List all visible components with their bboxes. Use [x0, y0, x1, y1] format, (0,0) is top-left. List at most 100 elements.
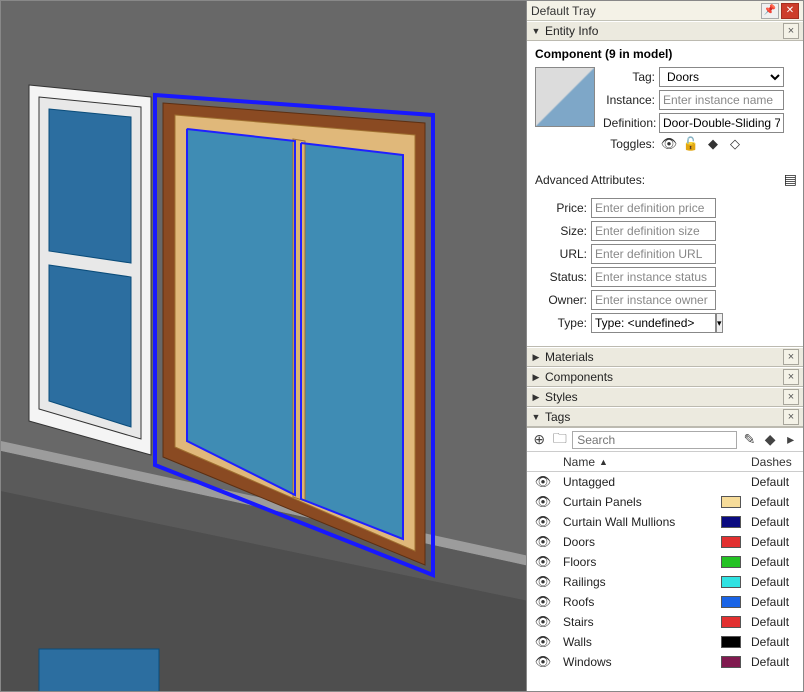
- tag-name: Windows: [559, 655, 721, 669]
- instance-input[interactable]: [659, 90, 784, 110]
- tag-row[interactable]: 👁Curtain Wall MullionsDefault: [527, 512, 803, 532]
- tag-row[interactable]: 👁Railings Default: [527, 572, 803, 592]
- visibility-toggle-icon[interactable]: 👁: [527, 654, 559, 670]
- default-tray: Default Tray 📌 ✕ ▼ Entity Info × Compone…: [527, 1, 803, 691]
- tray-titlebar: Default Tray 📌 ✕: [527, 1, 803, 21]
- chevron-down-icon: ▼: [531, 26, 541, 36]
- tag-row[interactable]: 👁DoorsDefault: [527, 532, 803, 552]
- visibility-toggle-icon[interactable]: 👁: [527, 614, 559, 630]
- tag-color-swatch[interactable]: [721, 616, 741, 628]
- visibility-toggle-icon[interactable]: 👁: [527, 474, 559, 490]
- tag-dash-value: Default: [751, 475, 803, 489]
- tag-color-swatch[interactable]: [721, 496, 741, 508]
- tag-dash-value: Default: [751, 495, 803, 509]
- tag-color-swatch[interactable]: [721, 636, 741, 648]
- tag-color-swatch[interactable]: [721, 536, 741, 548]
- label-status: Status:: [535, 270, 591, 284]
- definition-input[interactable]: [659, 113, 784, 133]
- visibility-toggle-icon[interactable]: 👁: [527, 634, 559, 650]
- visibility-toggle-icon[interactable]: 👁: [527, 514, 559, 530]
- type-input[interactable]: [591, 313, 716, 333]
- visibility-toggle-icon[interactable]: 👁: [527, 594, 559, 610]
- tag-dash-value: Default: [751, 575, 803, 589]
- panel-close-button[interactable]: ×: [783, 349, 799, 365]
- tags-rows-container: 👁UntaggedDefault👁Curtain PanelsDefault👁C…: [527, 472, 803, 691]
- sort-asc-icon: ▲: [599, 457, 608, 467]
- shadow-cast-toggle-icon[interactable]: ◆: [705, 136, 721, 152]
- material-swatch[interactable]: [535, 67, 595, 127]
- panel-close-button[interactable]: ×: [783, 369, 799, 385]
- panel-styles-header[interactable]: ▶ Styles ×: [527, 387, 803, 407]
- add-tag-folder-button[interactable]: 🗀: [552, 431, 569, 449]
- chevron-down-icon: ▼: [531, 412, 541, 422]
- tag-name: Untagged: [559, 475, 721, 489]
- tag-row[interactable]: 👁Stairs Default: [527, 612, 803, 632]
- lock-toggle-icon[interactable]: 🔓: [683, 136, 699, 152]
- tag-row[interactable]: 👁Untagged Default: [527, 472, 803, 492]
- tag-name: Railings: [559, 575, 721, 589]
- tag-row[interactable]: 👁WindowsDefault: [527, 652, 803, 672]
- panel-close-button[interactable]: ×: [783, 23, 799, 39]
- entity-info-body: Component (9 in model) Tag: Doors Instan…: [527, 41, 803, 347]
- chevron-right-icon: ▶: [531, 392, 541, 403]
- tag-color-swatch[interactable]: [721, 516, 741, 528]
- tag-row[interactable]: 👁Curtain Panels Default: [527, 492, 803, 512]
- visibility-toggle-icon[interactable]: 👁: [527, 554, 559, 570]
- tags-search-input[interactable]: [572, 431, 737, 449]
- label-definition: Definition:: [603, 116, 659, 130]
- panel-label: Styles: [545, 390, 783, 404]
- visible-toggle-icon[interactable]: 👁: [661, 136, 677, 152]
- tag-name: Floors: [559, 555, 721, 569]
- tag-name: Curtain Panels: [559, 495, 721, 509]
- panel-label: Components: [545, 370, 783, 384]
- tags-column-header: Name ▲ Dashes: [527, 452, 803, 472]
- tag-color-swatch[interactable]: [721, 576, 741, 588]
- status-input[interactable]: [591, 267, 716, 287]
- panel-entity-info-header[interactable]: ▼ Entity Info ×: [527, 21, 803, 41]
- visibility-toggle-icon[interactable]: 👁: [527, 574, 559, 590]
- label-url: URL:: [535, 247, 591, 261]
- panel-materials-header[interactable]: ▶ Materials ×: [527, 347, 803, 367]
- panel-label: Entity Info: [545, 24, 783, 38]
- purge-tags-button[interactable]: ◆: [762, 431, 779, 449]
- color-by-tag-button[interactable]: ✎: [741, 431, 758, 449]
- shadow-receive-toggle-icon[interactable]: ◇: [727, 136, 743, 152]
- tag-color-swatch[interactable]: [721, 556, 741, 568]
- model-viewport[interactable]: [1, 1, 527, 691]
- col-name-label[interactable]: Name: [563, 455, 595, 469]
- tag-row[interactable]: 👁Floors Default: [527, 552, 803, 572]
- tag-dash-value: Default: [751, 595, 803, 609]
- panel-tags-header[interactable]: ▼ Tags ×: [527, 407, 803, 427]
- owner-input[interactable]: [591, 290, 716, 310]
- close-tray-button[interactable]: ✕: [781, 3, 799, 19]
- tag-dash-value: Default: [751, 615, 803, 629]
- panel-label: Tags: [545, 410, 783, 424]
- advanced-options-icon[interactable]: ▤: [784, 171, 795, 188]
- tag-color-swatch[interactable]: [721, 656, 741, 668]
- url-input[interactable]: [591, 244, 716, 264]
- panel-components-header[interactable]: ▶ Components ×: [527, 367, 803, 387]
- label-size: Size:: [535, 224, 591, 238]
- col-dashes-label[interactable]: Dashes: [751, 455, 803, 469]
- type-dropdown-button[interactable]: ▾: [716, 313, 723, 333]
- pin-icon[interactable]: 📌: [761, 3, 779, 19]
- label-type: Type:: [535, 316, 591, 330]
- tags-menu-button[interactable]: ▸: [782, 431, 799, 449]
- tag-name: Walls: [559, 635, 721, 649]
- label-tag: Tag:: [603, 70, 659, 84]
- tag-row[interactable]: 👁RoofsDefault: [527, 592, 803, 612]
- tag-dropdown[interactable]: Doors: [659, 67, 784, 87]
- size-input[interactable]: [591, 221, 716, 241]
- visibility-toggle-icon[interactable]: 👁: [527, 494, 559, 510]
- tag-color-swatch[interactable]: [721, 596, 741, 608]
- price-input[interactable]: [591, 198, 716, 218]
- panel-close-button[interactable]: ×: [783, 389, 799, 405]
- visibility-toggle-icon[interactable]: 👁: [527, 534, 559, 550]
- tag-dash-value: Default: [751, 555, 803, 569]
- tag-row[interactable]: 👁WallsDefault: [527, 632, 803, 652]
- label-owner: Owner:: [535, 293, 591, 307]
- label-instance: Instance:: [603, 93, 659, 107]
- panel-close-button[interactable]: ×: [783, 409, 799, 425]
- tag-name: Stairs: [559, 615, 721, 629]
- add-tag-button[interactable]: ⊕: [531, 431, 548, 449]
